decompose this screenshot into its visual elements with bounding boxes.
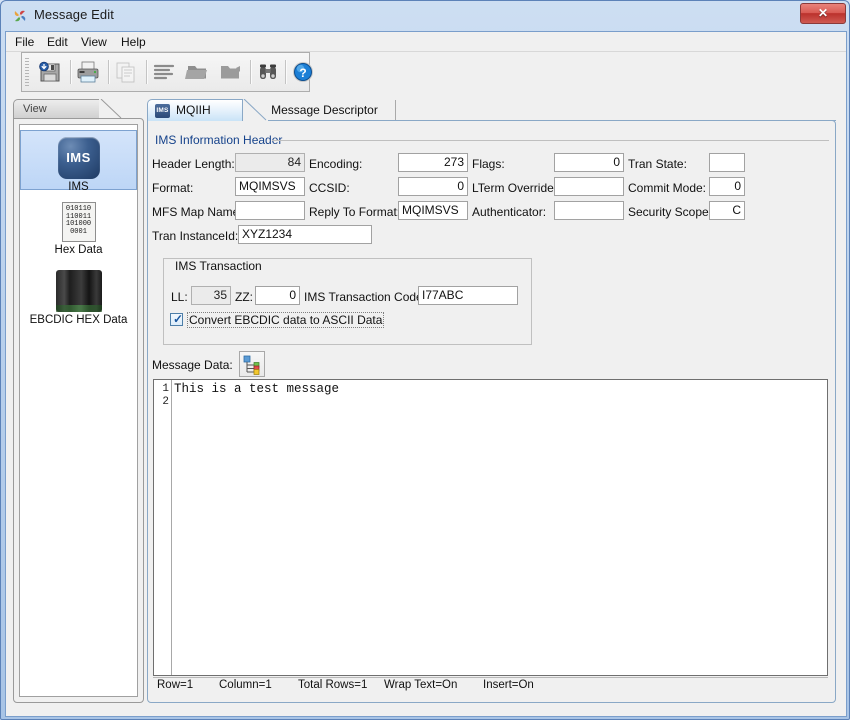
sidebar-tab-slope: [99, 99, 123, 119]
sidebar-item-hex-data[interactable]: 010110 110011 101000 0001 Hex Data: [20, 198, 137, 262]
reply-to-format-field[interactable]: MQIMSVS: [398, 201, 468, 220]
status-column: Column=1: [219, 679, 272, 691]
ll-field[interactable]: 35: [191, 286, 231, 305]
checkmark-icon: ✓: [172, 312, 184, 326]
toolbar-separator: [250, 60, 252, 84]
view-sidebar: View IMS IMS 010110 110011 101000 0001 Hex …: [13, 99, 144, 703]
tran-state-field[interactable]: [709, 153, 745, 172]
security-scope-label: Security Scope:: [628, 205, 713, 219]
reply-to-format-label: Reply To Format:: [309, 205, 401, 219]
toolbar-separator: [285, 60, 287, 84]
copy-button[interactable]: [111, 57, 141, 87]
tran-instance-id-field[interactable]: XYZ1234: [238, 225, 372, 244]
menu-view[interactable]: View: [76, 34, 112, 50]
zz-label: ZZ:: [235, 290, 253, 304]
menu-bar: File Edit View Help: [6, 32, 846, 52]
tab-mqiih-label: MQIIH: [176, 103, 211, 117]
ims-information-header-title: IMS Information Header: [151, 133, 287, 147]
ims-transaction-title: IMS Transaction: [171, 259, 266, 273]
disk-stack-icon: [55, 270, 102, 312]
ccsid-label: CCSID:: [309, 181, 350, 195]
tran-state-label: Tran State:: [628, 157, 687, 171]
pinwheel-icon: [14, 10, 26, 22]
folder-button[interactable]: [215, 57, 245, 87]
group-rule: [272, 140, 829, 141]
status-wrap-text: Wrap Text=On: [384, 679, 458, 691]
binary-page-icon: 010110 110011 101000 0001: [61, 202, 96, 242]
editor-status-bar: Row=1 Column=1 Total Rows=1 Wrap Text=On…: [153, 677, 828, 693]
title-bar: Message Edit ✕: [1, 1, 850, 31]
mfs-map-name-field[interactable]: [235, 201, 305, 220]
convert-ebcdic-checkbox-label: Convert EBCDIC data to ASCII Data: [187, 312, 385, 328]
security-scope-field[interactable]: C: [709, 201, 745, 220]
sidebar-item-ebcdic-hex-data[interactable]: EBCDIC HEX Data: [20, 266, 137, 330]
encoding-label: Encoding:: [309, 157, 363, 171]
sidebar-tab-view[interactable]: View: [13, 99, 101, 119]
sidebar-item-label: Hex Data: [54, 244, 103, 256]
structure-tree-button[interactable]: [239, 351, 265, 377]
header-length-label: Header Length:: [152, 157, 235, 171]
tran-instance-id-label: Tran InstanceId:: [152, 229, 239, 243]
align-button[interactable]: [149, 57, 179, 87]
status-total-rows: Total Rows=1: [298, 679, 368, 691]
close-button[interactable]: ✕: [800, 3, 846, 24]
structure-tree-icon: [243, 355, 260, 375]
convert-ebcdic-checkbox[interactable]: ✓: [170, 312, 184, 326]
sidebar-item-list: IMS IMS 010110 110011 101000 0001 Hex Data …: [19, 124, 138, 697]
save-button[interactable]: [35, 57, 65, 87]
help-button[interactable]: ?: [288, 57, 318, 87]
flags-label: Flags:: [472, 157, 505, 171]
ims-tab-icon: IMS: [155, 104, 170, 118]
find-button[interactable]: [253, 57, 283, 87]
ims-transaction-code-label: IMS Transaction Code:: [304, 290, 427, 304]
flags-field[interactable]: 0: [554, 153, 624, 172]
sidebar-body: IMS IMS 010110 110011 101000 0001 Hex Data …: [13, 118, 144, 703]
commit-mode-field[interactable]: 0: [709, 177, 745, 196]
sidebar-item-label: IMS: [68, 181, 89, 193]
zz-field[interactable]: 0: [255, 286, 300, 305]
lterm-override-label: LTerm Override:: [472, 181, 558, 195]
status-row: Row=1: [157, 679, 194, 691]
authenticator-field[interactable]: [554, 201, 624, 220]
header-length-field[interactable]: 84: [235, 153, 305, 172]
authenticator-label: Authenticator:: [472, 205, 547, 219]
toolbar-separator: [146, 60, 148, 84]
format-field[interactable]: MQIMSVS: [235, 177, 305, 196]
toolbar: ?: [21, 52, 313, 92]
sidebar-item-ims[interactable]: IMS IMS: [20, 130, 137, 193]
status-insert: Insert=On: [483, 679, 534, 691]
menu-edit[interactable]: Edit: [42, 34, 73, 50]
ims-transaction-code-field[interactable]: I77ABC: [418, 286, 518, 305]
toolbar-separator: [70, 60, 72, 84]
menu-help[interactable]: Help: [116, 34, 151, 50]
tab-mqiih[interactable]: IMS MQIIH: [147, 99, 243, 121]
sidebar-tabstrip: View: [13, 99, 144, 119]
line-number-gutter: 12: [154, 380, 172, 675]
main-tabstrip: IMS MQIIH Message Descriptor: [147, 99, 836, 121]
message-data-text[interactable]: This is a test message: [174, 383, 339, 396]
sidebar-item-label: EBCDIC HEX Data: [29, 314, 128, 326]
message-data-label: Message Data:: [152, 358, 233, 372]
svg-text:?: ?: [299, 66, 306, 80]
tab-message-descriptor[interactable]: Message Descriptor: [257, 99, 392, 121]
encoding-field[interactable]: 273: [398, 153, 468, 172]
toolbar-separator: [108, 60, 110, 84]
mfs-map-name-label: MFS Map Name:: [152, 205, 243, 219]
ll-label: LL:: [171, 290, 188, 304]
commit-mode-label: Commit Mode:: [628, 181, 707, 195]
print-button[interactable]: [73, 57, 103, 87]
tab-slope: [242, 99, 268, 121]
tabstrip-divider: [395, 100, 396, 121]
toolbar-grip[interactable]: [25, 58, 29, 87]
lterm-override-field[interactable]: [554, 177, 624, 196]
window-title: Message Edit: [34, 7, 114, 22]
menu-file[interactable]: File: [10, 34, 39, 50]
open-folder-button[interactable]: [182, 57, 212, 87]
message-edit-window: Message Edit ✕ File Edit View Help ? Vie…: [0, 0, 850, 720]
message-data-editor[interactable]: 12 This is a test message: [153, 379, 828, 676]
ims-logo-icon: IMS: [57, 137, 100, 179]
ccsid-field[interactable]: 0: [398, 177, 468, 196]
format-label: Format:: [152, 181, 194, 195]
